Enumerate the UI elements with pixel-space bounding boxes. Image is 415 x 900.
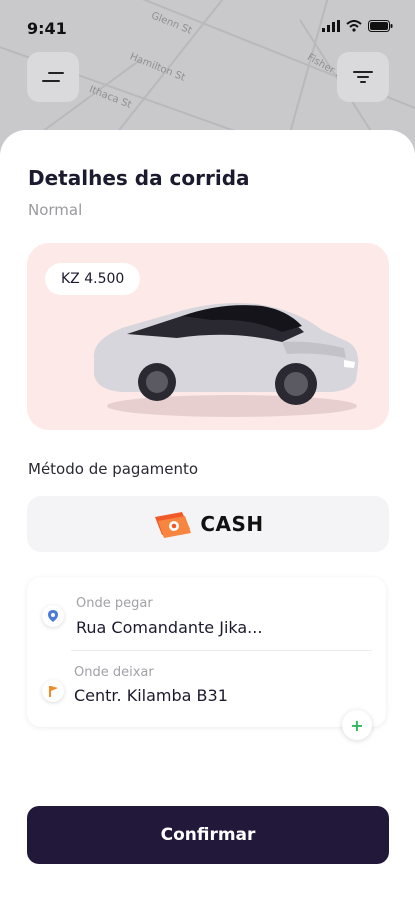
pickup-hint: Onde pegar	[76, 596, 153, 611]
dropoff-flag-icon	[42, 680, 64, 702]
payment-method-value: CASH	[200, 512, 264, 536]
pickup-pin-icon	[42, 605, 64, 627]
status-icons	[322, 20, 393, 32]
vehicle-card: KZ 4.500	[27, 243, 389, 430]
car-image	[93, 303, 359, 417]
filter-button[interactable]	[337, 52, 389, 102]
signal-icon	[322, 20, 340, 32]
payment-method-selector[interactable]: CASH	[27, 496, 389, 552]
pickup-location[interactable]: Onde pegar Rua Comandante Jika...	[27, 577, 386, 647]
wifi-icon	[346, 20, 362, 32]
dropoff-location[interactable]: Onde deixar Centr. Kilamba B31	[27, 649, 386, 719]
dropoff-hint: Onde deixar	[74, 665, 154, 680]
pickup-address: Rua Comandante Jika...	[76, 618, 263, 637]
menu-icon	[42, 72, 64, 82]
menu-button[interactable]	[27, 52, 79, 102]
status-bar: 9:41	[0, 0, 415, 46]
battery-icon	[368, 20, 393, 32]
ride-details-sheet: Detalhes da corrida Normal KZ 4.500 Méto…	[0, 130, 415, 900]
cash-icon	[155, 512, 192, 538]
dropoff-address: Centr. Kilamba B31	[74, 686, 228, 705]
confirm-button[interactable]: Confirmar	[27, 806, 389, 864]
page-title: Detalhes da corrida	[28, 166, 250, 190]
status-time: 9:41	[27, 19, 67, 38]
add-stop-button[interactable]: +	[342, 710, 372, 740]
filter-icon	[353, 71, 373, 83]
route-card: Onde pegar Rua Comandante Jika... Onde d…	[27, 577, 386, 727]
payment-method-label: Método de pagamento	[28, 460, 199, 478]
ride-category: Normal	[28, 201, 83, 219]
